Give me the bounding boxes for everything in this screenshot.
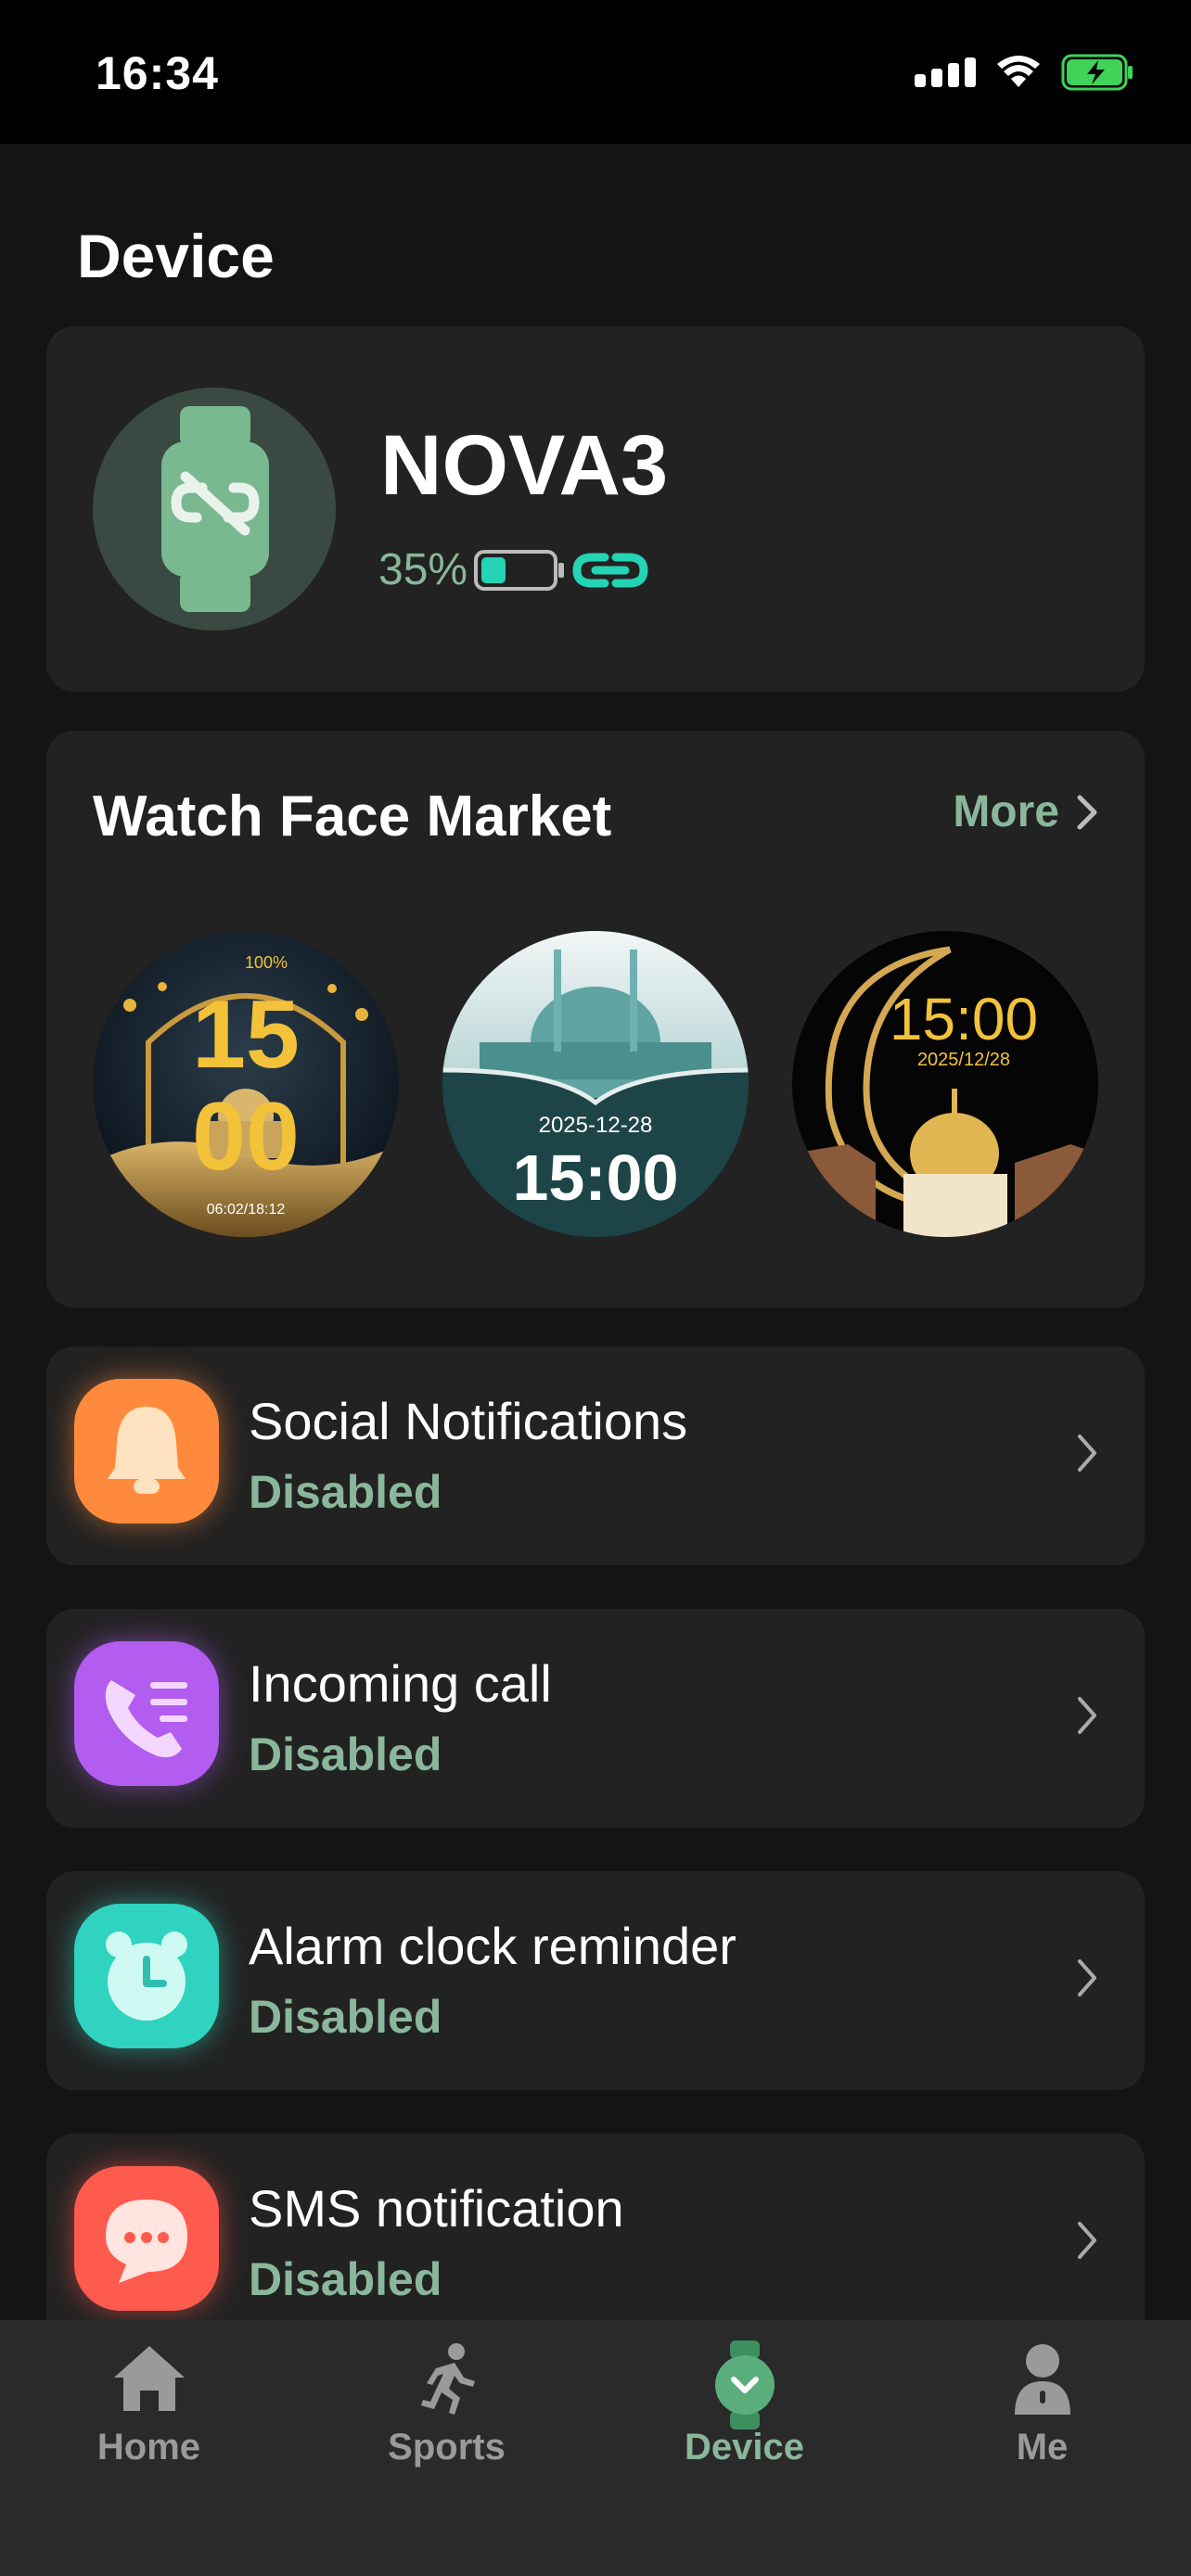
watch-face-market-card: Watch Face Market More 100% 15 00 06:02/… <box>46 731 1145 1307</box>
watch-face-3[interactable]: 15:00 2025/12/28 <box>792 931 1098 1237</box>
tab-label: Device <box>685 2427 804 2468</box>
tab-me[interactable]: Me <box>893 2320 1191 2506</box>
watch-face-1[interactable]: 100% 15 00 06:02/18:12 <box>93 931 399 1237</box>
setting-title: Alarm clock reminder <box>249 1917 736 1975</box>
more-label: More <box>953 787 1059 836</box>
watch-disconnected-icon <box>161 406 269 612</box>
chevron-right-icon <box>1078 2222 1096 2259</box>
device-avatar <box>93 388 336 631</box>
tab-label: Home <box>96 2427 201 2468</box>
chat-bubble-icon <box>74 2166 219 2311</box>
tab-label: Sports <box>388 2427 506 2468</box>
alarm-clock-reminder-row[interactable]: Alarm clock reminder Disabled <box>46 1871 1145 2090</box>
watch-face-2[interactable]: 2025-12-28 15:00 <box>442 931 749 1237</box>
status-time: 16:34 <box>96 47 219 99</box>
face1-time-hours: 15 <box>192 981 300 1089</box>
setting-status: Disabled <box>249 1991 442 2043</box>
setting-title: SMS notification <box>249 2179 624 2238</box>
chevron-right-icon <box>1078 1435 1096 1472</box>
battery-charging-icon <box>1061 54 1133 91</box>
tab-label: Me <box>1016 2427 1069 2468</box>
status-icons <box>915 54 1135 91</box>
status-bar: 16:34 <box>0 0 1191 144</box>
setting-status: Disabled <box>249 1466 442 1518</box>
link-icon <box>572 553 648 587</box>
face2-date: 2025-12-28 <box>538 1113 653 1138</box>
signal-icon <box>915 57 976 87</box>
bell-icon <box>74 1379 219 1524</box>
chevron-right-icon <box>1077 795 1097 829</box>
tab-sports[interactable]: Sports <box>298 2320 596 2506</box>
page-title: Device <box>77 222 275 290</box>
battery-percentage: 35% <box>378 545 468 594</box>
face3-time: 15:00 <box>889 986 1039 1052</box>
setting-title: Social Notifications <box>249 1392 688 1450</box>
watch-icon <box>714 2340 775 2429</box>
face3-date: 2025/12/28 <box>916 1050 1011 1070</box>
market-title: Watch Face Market <box>93 784 612 848</box>
person-icon <box>1014 2344 1070 2415</box>
face1-top-text: 100% <box>244 953 288 972</box>
wifi-icon <box>997 56 1040 87</box>
more-button[interactable]: More <box>953 786 1098 837</box>
face2-time: 15:00 <box>512 1141 679 1214</box>
battery-icon <box>474 549 565 591</box>
incoming-call-row[interactable]: Incoming call Disabled <box>46 1609 1145 1828</box>
setting-status: Disabled <box>249 1728 442 1780</box>
face1-time-minutes: 00 <box>192 1083 300 1191</box>
runner-icon <box>420 2343 475 2415</box>
chevron-right-icon <box>1078 1959 1096 1996</box>
alarm-clock-icon <box>74 1904 219 2048</box>
chevron-right-icon <box>1078 1697 1096 1734</box>
phone-icon <box>74 1641 219 1786</box>
device-card[interactable]: NOVA3 35% <box>46 326 1145 692</box>
device-status: 35% <box>378 544 649 595</box>
home-icon <box>113 2346 185 2411</box>
social-notifications-row[interactable]: Social Notifications Disabled <box>46 1346 1145 1565</box>
tab-bar: Home Sports Device Me <box>0 2320 1191 2576</box>
setting-status: Disabled <box>249 2253 442 2305</box>
setting-title: Incoming call <box>249 1654 552 1713</box>
face1-footer: 06:02/18:12 <box>206 1202 286 1218</box>
device-name: NOVA3 <box>380 418 669 513</box>
tab-device[interactable]: Device <box>596 2320 893 2506</box>
tab-home[interactable]: Home <box>0 2320 298 2506</box>
